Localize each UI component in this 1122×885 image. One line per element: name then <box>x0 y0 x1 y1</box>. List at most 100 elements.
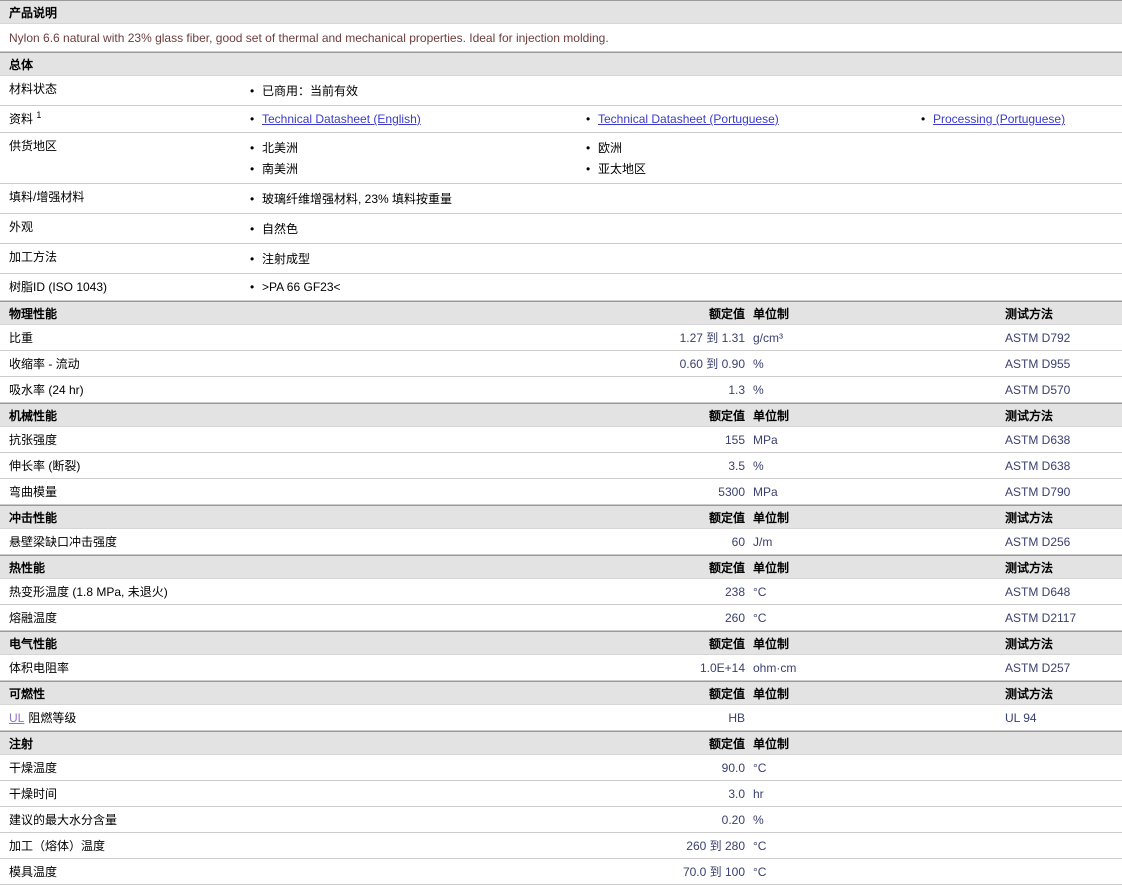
section-header: 热性能 额定值 单位制 测试方法 <box>0 555 1122 579</box>
property-label-text: 吸水率 (24 hr) <box>9 383 84 397</box>
bullet-column: • 北美洲 • 南美洲 <box>250 137 586 179</box>
property-label: 建议的最大水分含量 <box>0 811 640 828</box>
property-value: 60 <box>731 535 745 549</box>
property-label: 体积电阻率 <box>0 659 640 676</box>
column-header-unit: 单位制 <box>753 637 790 651</box>
test-method: ASTM D256 <box>1005 535 1071 549</box>
property-value: 260 <box>724 611 745 625</box>
bullet-column: • 自然色 <box>250 218 586 239</box>
property-unit: °C <box>753 611 767 625</box>
section-title: 冲击性能 <box>9 511 58 525</box>
property-label: 悬壁梁缺口冲击强度 <box>0 533 640 550</box>
bullet-column: • 欧洲 • 亚太地区 <box>586 137 921 179</box>
property-label-text: 树脂ID (ISO 1043) <box>9 280 108 294</box>
footnote-marker: 1 <box>36 110 42 120</box>
section-header-row: 可燃性 额定值 单位制 测试方法 <box>0 682 1122 704</box>
property-label: 干燥时间 <box>0 785 640 802</box>
property-label-text: 体积电阻率 <box>9 661 70 675</box>
test-method: ASTM D955 <box>1005 357 1071 371</box>
list-item: • Technical Datasheet (Portuguese) <box>586 110 921 128</box>
column-header-rated-value: 额定值 <box>708 409 745 423</box>
section-title: 总体 <box>9 58 34 72</box>
section-header: 机械性能 额定值 单位制 测试方法 <box>0 403 1122 427</box>
section-title: 物理性能 <box>9 307 58 321</box>
section-header: 冲击性能 额定值 单位制 测试方法 <box>0 505 1122 529</box>
bullet-icon: • <box>586 141 591 155</box>
ul-rating-link[interactable]: UL <box>9 711 24 725</box>
property-unit: % <box>753 459 764 473</box>
section-header-row: 热性能 额定值 单位制 测试方法 <box>0 556 1122 578</box>
property-value: 1.27 到 1.31 <box>679 331 745 345</box>
list-item-text: 已商用：当前有效 <box>262 84 359 98</box>
test-method: ASTM D570 <box>1005 383 1071 397</box>
table-row: 模具温度 70.0 到 100 °C <box>0 859 1122 885</box>
section-header-row: 电气性能 额定值 单位制 测试方法 <box>0 632 1122 654</box>
column-header-test-method: 测试方法 <box>1005 511 1054 525</box>
property-value: 5300 <box>718 485 745 499</box>
column-header-unit: 单位制 <box>753 561 790 575</box>
bullet-icon: • <box>250 222 255 236</box>
column-header-rated-value: 额定值 <box>708 511 745 525</box>
bullet-column: • Technical Datasheet (English) <box>250 110 586 128</box>
bullet-icon: • <box>586 162 591 176</box>
product-description-row: Nylon 6.6 natural with 23% glass fiber, … <box>0 24 1122 52</box>
general-row: 材料状态 • 已商用：当前有效 <box>0 76 1122 106</box>
column-header-test-method: 测试方法 <box>1005 307 1054 321</box>
property-label-text: 材料状态 <box>9 82 58 96</box>
property-label-text: 比重 <box>9 331 34 345</box>
property-label: 熔融温度 <box>0 609 640 626</box>
property-label-text: 加工（熔体）温度 <box>9 839 106 853</box>
product-description-text: Nylon 6.6 natural with 23% glass fiber, … <box>9 31 609 45</box>
test-method: ASTM D648 <box>1005 585 1071 599</box>
property-unit: % <box>753 357 764 371</box>
bullet-icon: • <box>250 141 255 155</box>
column-header-test-method: 测试方法 <box>1005 687 1054 701</box>
resource-link[interactable]: Processing (Portuguese) <box>933 112 1065 126</box>
bullet-column: • 玻璃纤维增强材料, 23% 填料按重量 <box>250 188 586 209</box>
column-header-test-method: 测试方法 <box>1005 409 1054 423</box>
section-header-row: 冲击性能 额定值 单位制 测试方法 <box>0 506 1122 528</box>
property-label: 外观 <box>0 218 250 239</box>
list-item: • 亚太地区 <box>586 158 921 179</box>
property-unit: % <box>753 383 764 397</box>
column-header-unit: 单位制 <box>753 307 790 321</box>
property-label: 加工（熔体）温度 <box>0 837 640 854</box>
property-value: 1.3 <box>728 383 745 397</box>
test-method: ASTM D638 <box>1005 433 1071 447</box>
section-header-general: 总体 <box>0 52 1122 76</box>
property-label: 加工方法 <box>0 248 250 269</box>
property-label-text: 填料/增强材料 <box>9 190 85 204</box>
property-unit: °C <box>753 585 767 599</box>
bullet-column: • >PA 66 GF23< <box>250 278 586 296</box>
column-header-rated-value: 额定值 <box>708 687 745 701</box>
table-row: 干燥温度 90.0 °C <box>0 755 1122 781</box>
test-method: ASTM D257 <box>1005 661 1071 675</box>
resource-link[interactable]: Technical Datasheet (English) <box>262 112 421 126</box>
property-value: 1.0E+14 <box>699 661 745 675</box>
general-row: 填料/增强材料 • 玻璃纤维增强材料, 23% 填料按重量 <box>0 184 1122 214</box>
table-row: 弯曲模量 5300 MPa ASTM D790 <box>0 479 1122 505</box>
resource-link[interactable]: Technical Datasheet (Portuguese) <box>598 112 779 126</box>
property-value: 70.0 到 100 <box>682 865 745 879</box>
property-unit: MPa <box>753 485 778 499</box>
section-title: 机械性能 <box>9 409 58 423</box>
property-unit: g/cm³ <box>753 331 783 345</box>
column-header-unit: 单位制 <box>753 737 790 751</box>
column-header-rated-value: 额定值 <box>708 737 745 751</box>
property-label: 干燥温度 <box>0 759 640 776</box>
table-row: 干燥时间 3.0 hr <box>0 781 1122 807</box>
column-header-test-method: 测试方法 <box>1005 561 1054 575</box>
test-method: ASTM D638 <box>1005 459 1071 473</box>
property-label: 抗张强度 <box>0 431 640 448</box>
list-item-text: 玻璃纤维增强材料, 23% 填料按重量 <box>262 192 453 206</box>
column-header-rated-value: 额定值 <box>708 637 745 651</box>
general-row: 加工方法 • 注射成型 <box>0 244 1122 274</box>
property-label-text: 供货地区 <box>9 139 58 153</box>
list-item-text: 欧洲 <box>598 141 623 155</box>
bullet-column: • 已商用：当前有效 <box>250 80 586 101</box>
column-header-unit: 单位制 <box>753 687 790 701</box>
bullet-icon: • <box>586 112 591 126</box>
property-label: 收缩率 - 流动 <box>0 355 640 372</box>
list-item-text: 亚太地区 <box>598 162 647 176</box>
list-item: • 北美洲 <box>250 137 586 158</box>
